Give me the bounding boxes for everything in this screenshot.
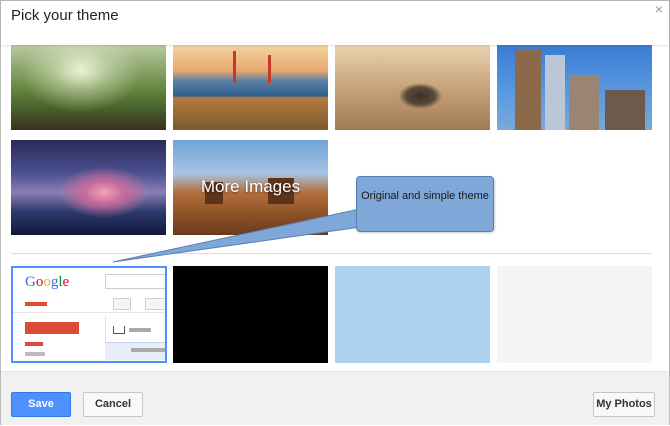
theme-tile-light-gray[interactable] — [497, 266, 652, 363]
section-divider — [11, 253, 652, 254]
callout-box: Original and simple theme — [356, 176, 494, 232]
my-photos-button[interactable]: My Photos — [593, 392, 655, 417]
save-button[interactable]: Save — [11, 392, 71, 417]
theme-tile-storm[interactable] — [11, 140, 166, 235]
more-images-tile[interactable]: More Images — [173, 140, 328, 235]
mini-refresh-button — [145, 298, 165, 310]
building — [569, 75, 599, 130]
building — [515, 50, 541, 130]
mini-mail-label — [25, 302, 47, 306]
inbox-icon — [113, 326, 125, 334]
theme-tile-bridge[interactable] — [173, 45, 328, 130]
mini-tab-label — [129, 328, 151, 332]
theme-dialog: Pick your theme × More Images Google Ori… — [0, 0, 670, 425]
theme-tile-desert[interactable] — [335, 45, 490, 130]
theme-tile-city[interactable] — [497, 45, 652, 130]
mini-row-text — [131, 348, 165, 352]
theme-tile-simple[interactable]: Google — [11, 266, 167, 363]
theme-tile-dark[interactable] — [173, 266, 328, 363]
more-images-label: More Images — [200, 177, 301, 196]
dialog-header: Pick your theme × — [1, 1, 669, 45]
mini-checkbox — [113, 298, 131, 310]
logo-letter: o — [43, 274, 51, 290]
theme-tile-light-blue[interactable] — [335, 266, 490, 363]
mini-nav-link — [25, 352, 45, 356]
building — [545, 55, 565, 130]
mini-search-box — [105, 274, 165, 289]
cancel-button[interactable]: Cancel — [83, 392, 143, 417]
logo-letter: e — [62, 274, 70, 290]
dialog-title: Pick your theme — [11, 7, 119, 24]
mini-compose-button — [25, 322, 79, 334]
theme-tile-forest[interactable] — [11, 45, 166, 130]
bridge-tower — [233, 51, 236, 83]
dialog-footer: Save Cancel My Photos — [1, 371, 669, 425]
building — [605, 90, 645, 130]
logo-letter: G — [25, 274, 36, 290]
google-logo: Google — [25, 274, 69, 291]
bridge-tower — [268, 55, 271, 83]
mini-inbox-link — [25, 342, 43, 346]
close-icon[interactable]: × — [655, 1, 663, 17]
callout-text: Original and simple theme — [361, 190, 489, 202]
